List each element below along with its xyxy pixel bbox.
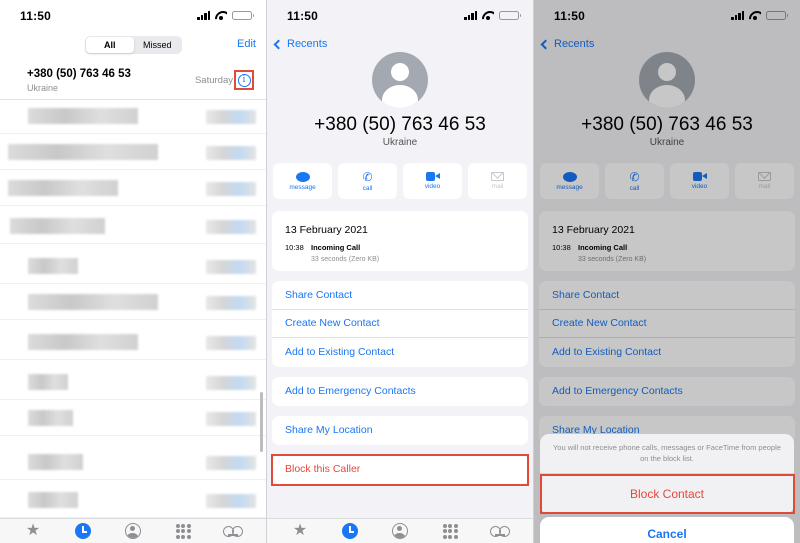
info-icon: i (237, 73, 251, 87)
tab-keypad[interactable] (440, 521, 460, 541)
list-item[interactable] (0, 138, 266, 170)
back-button[interactable]: Recents (273, 38, 328, 50)
emergency-card: Add to Emergency Contacts (272, 377, 528, 406)
highlight-box (540, 474, 795, 514)
share-location-button[interactable]: Share My Location (272, 416, 528, 445)
contact-screen: 11:50 Recents +380 (50) 763 46 53 Ukrain… (267, 0, 533, 543)
wifi-icon (482, 11, 494, 20)
voicemail-icon (223, 526, 243, 537)
segment-all[interactable]: All (86, 37, 134, 53)
voicemail-icon (490, 526, 510, 537)
emergency-contacts-button[interactable]: Add to Emergency Contacts (272, 377, 528, 406)
clock-icon (342, 523, 358, 539)
list-item[interactable] (0, 288, 266, 320)
tab-favorites[interactable]: ★ (23, 521, 43, 541)
list-item[interactable] (0, 102, 266, 134)
tab-recents[interactable] (73, 521, 93, 541)
tab-voicemail[interactable] (490, 521, 510, 541)
contact-icon (125, 523, 141, 539)
list-item[interactable] (0, 212, 266, 244)
video-icon (425, 172, 440, 181)
contact-country: Ukraine (382, 137, 418, 148)
action-buttons: message ✆ call video mail (273, 163, 527, 199)
add-existing-button[interactable]: Add to Existing Contact (272, 338, 528, 367)
star-icon: ★ (292, 522, 308, 539)
tab-keypad[interactable] (173, 521, 193, 541)
back-label: Recents (287, 38, 328, 50)
list-item[interactable] (0, 328, 266, 360)
status-time: 11:50 (20, 9, 52, 23)
clock-icon (75, 523, 91, 539)
list-item[interactable] (0, 404, 266, 436)
tab-bar: ★ (0, 518, 266, 543)
tab-voicemail[interactable] (223, 521, 243, 541)
recent-number: +380 (50) 763 46 53 (27, 68, 131, 80)
contact-options-card: Share Contact Create New Contact Add to … (272, 281, 528, 367)
edit-button[interactable]: Edit (237, 38, 256, 50)
tab-recents[interactable] (340, 521, 360, 541)
video-button[interactable]: video (403, 163, 462, 199)
signal-icon (197, 11, 210, 20)
location-card: Share My Location (272, 416, 528, 445)
list-item[interactable] (0, 448, 266, 480)
signal-icon (464, 11, 477, 20)
status-time: 11:50 (287, 9, 319, 23)
mail-icon (491, 172, 504, 181)
list-item[interactable] (0, 486, 266, 518)
avatar (372, 52, 428, 108)
tab-contacts[interactable] (390, 521, 410, 541)
keypad-icon (442, 523, 458, 539)
recent-day: Saturday (194, 75, 233, 86)
tab-bar: ★ (267, 518, 533, 543)
recents-filter-segment: All Missed (85, 36, 182, 54)
segment-missed[interactable]: Missed (134, 37, 182, 53)
share-contact-button[interactable]: Share Contact (272, 281, 528, 310)
tab-favorites[interactable]: ★ (290, 521, 310, 541)
recent-call-row[interactable]: +380 (50) 763 46 53 Ukraine Saturday i (0, 62, 266, 100)
recent-country: Ukraine (27, 83, 59, 93)
call-duration: 33 seconds (Zero KB) (311, 256, 380, 263)
chevron-left-icon (273, 39, 284, 49)
create-contact-button[interactable]: Create New Contact (272, 310, 528, 338)
block-confirm-screen: 11:50 Recents +380 (50) 763 46 53 Ukrain… (534, 0, 800, 543)
keypad-icon (175, 523, 191, 539)
mail-button[interactable]: mail (468, 163, 527, 199)
message-icon (295, 171, 310, 182)
call-history-card: 13 February 2021 10:38 Incoming Call 33 … (272, 211, 528, 271)
call-time: 10:38 (285, 243, 304, 252)
battery-icon (499, 11, 521, 20)
star-icon: ★ (25, 522, 41, 539)
info-button[interactable]: i (234, 70, 254, 90)
phone-icon: ✆ (362, 169, 373, 184)
contact-number: +380 (50) 763 46 53 (314, 114, 486, 135)
list-item[interactable] (0, 252, 266, 284)
wifi-icon (215, 11, 227, 20)
list-item[interactable] (0, 174, 266, 206)
scrollbar[interactable] (260, 392, 263, 452)
status-bar: 11:50 (0, 0, 266, 32)
call-date: 13 February 2021 (285, 224, 368, 236)
sheet-message: You will not receive phone calls, messag… (540, 434, 794, 474)
cancel-button[interactable]: Cancel (540, 517, 794, 543)
battery-icon (232, 11, 254, 20)
call-type: Incoming Call (311, 243, 361, 252)
status-bar: 11:50 (267, 0, 533, 32)
tab-contacts[interactable] (123, 521, 143, 541)
contact-icon (392, 523, 408, 539)
recents-screen: 11:50 All Missed Edit +380 (50) 763 46 5… (0, 0, 266, 543)
message-button[interactable]: message (273, 163, 332, 199)
blurred-recents-list (0, 102, 266, 518)
call-button[interactable]: ✆ call (338, 163, 397, 199)
list-item[interactable] (0, 368, 266, 400)
highlight-box (271, 454, 529, 486)
